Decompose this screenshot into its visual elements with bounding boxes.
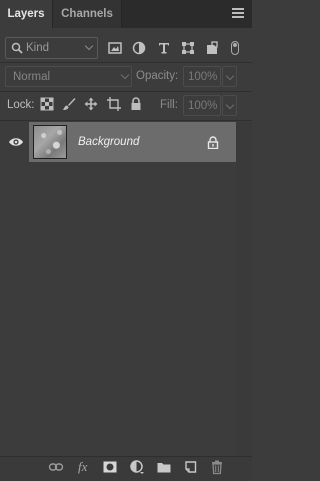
filter-kind-label: Kind bbox=[26, 42, 50, 54]
search-icon bbox=[11, 42, 23, 54]
lock-artboard-icon[interactable] bbox=[107, 97, 121, 111]
blend-mode-value: Normal bbox=[13, 71, 51, 83]
panel-tab-bar: Layers Channels bbox=[0, 0, 252, 28]
new-group-icon[interactable] bbox=[156, 459, 172, 475]
divider bbox=[0, 120, 252, 121]
lock-label: Lock: bbox=[7, 99, 35, 111]
opacity-value: 100% bbox=[188, 71, 218, 83]
adjustment-filter-icon[interactable] bbox=[131, 40, 147, 56]
shape-filter-icon[interactable] bbox=[180, 40, 196, 56]
add-mask-icon[interactable] bbox=[102, 459, 118, 475]
opacity-label: Opacity: bbox=[136, 70, 179, 82]
new-fill-adjustment-icon[interactable] bbox=[129, 459, 145, 475]
lock-position-icon[interactable] bbox=[84, 97, 98, 111]
chevron-down-icon bbox=[225, 71, 235, 81]
tab-channels[interactable]: Channels bbox=[53, 0, 122, 28]
fill-value: 100% bbox=[188, 100, 218, 112]
delete-layer-icon[interactable] bbox=[209, 459, 225, 475]
filter-kind-select[interactable]: Kind bbox=[5, 37, 98, 59]
link-layers-icon[interactable] bbox=[48, 459, 64, 475]
new-layer-icon[interactable] bbox=[183, 459, 199, 475]
fx-icon[interactable]: fx bbox=[78, 459, 87, 475]
smart-object-filter-icon[interactable] bbox=[204, 40, 220, 56]
lock-all-icon[interactable] bbox=[129, 97, 143, 111]
fill-input[interactable]: 100% bbox=[183, 95, 221, 116]
blend-mode-select[interactable]: Normal bbox=[5, 66, 132, 87]
eye-icon[interactable] bbox=[8, 136, 24, 148]
opacity-input[interactable]: 100% bbox=[183, 66, 221, 87]
type-filter-icon[interactable] bbox=[156, 40, 172, 56]
opacity-slider-button[interactable] bbox=[222, 66, 237, 87]
fill-label: Fill: bbox=[160, 99, 178, 111]
layer-name[interactable]: Background bbox=[78, 136, 139, 148]
chevron-down-icon bbox=[120, 70, 130, 80]
layer-thumbnail[interactable] bbox=[33, 125, 67, 159]
panel-menu-icon[interactable] bbox=[230, 7, 246, 21]
scrollbar[interactable] bbox=[236, 122, 252, 456]
lock-image-pixels-icon[interactable] bbox=[62, 97, 76, 111]
image-filter-icon[interactable] bbox=[107, 40, 123, 56]
chevron-down-icon bbox=[225, 100, 235, 110]
tab-layers[interactable]: Layers bbox=[0, 0, 53, 28]
chevron-down-icon bbox=[84, 41, 94, 51]
layer-lock-icon[interactable] bbox=[207, 136, 219, 149]
divider bbox=[0, 62, 252, 63]
filter-toggle-switch[interactable] bbox=[228, 37, 242, 59]
lock-transparent-pixels-icon[interactable] bbox=[40, 97, 54, 111]
divider bbox=[0, 91, 252, 92]
fill-slider-button[interactable] bbox=[222, 95, 237, 116]
